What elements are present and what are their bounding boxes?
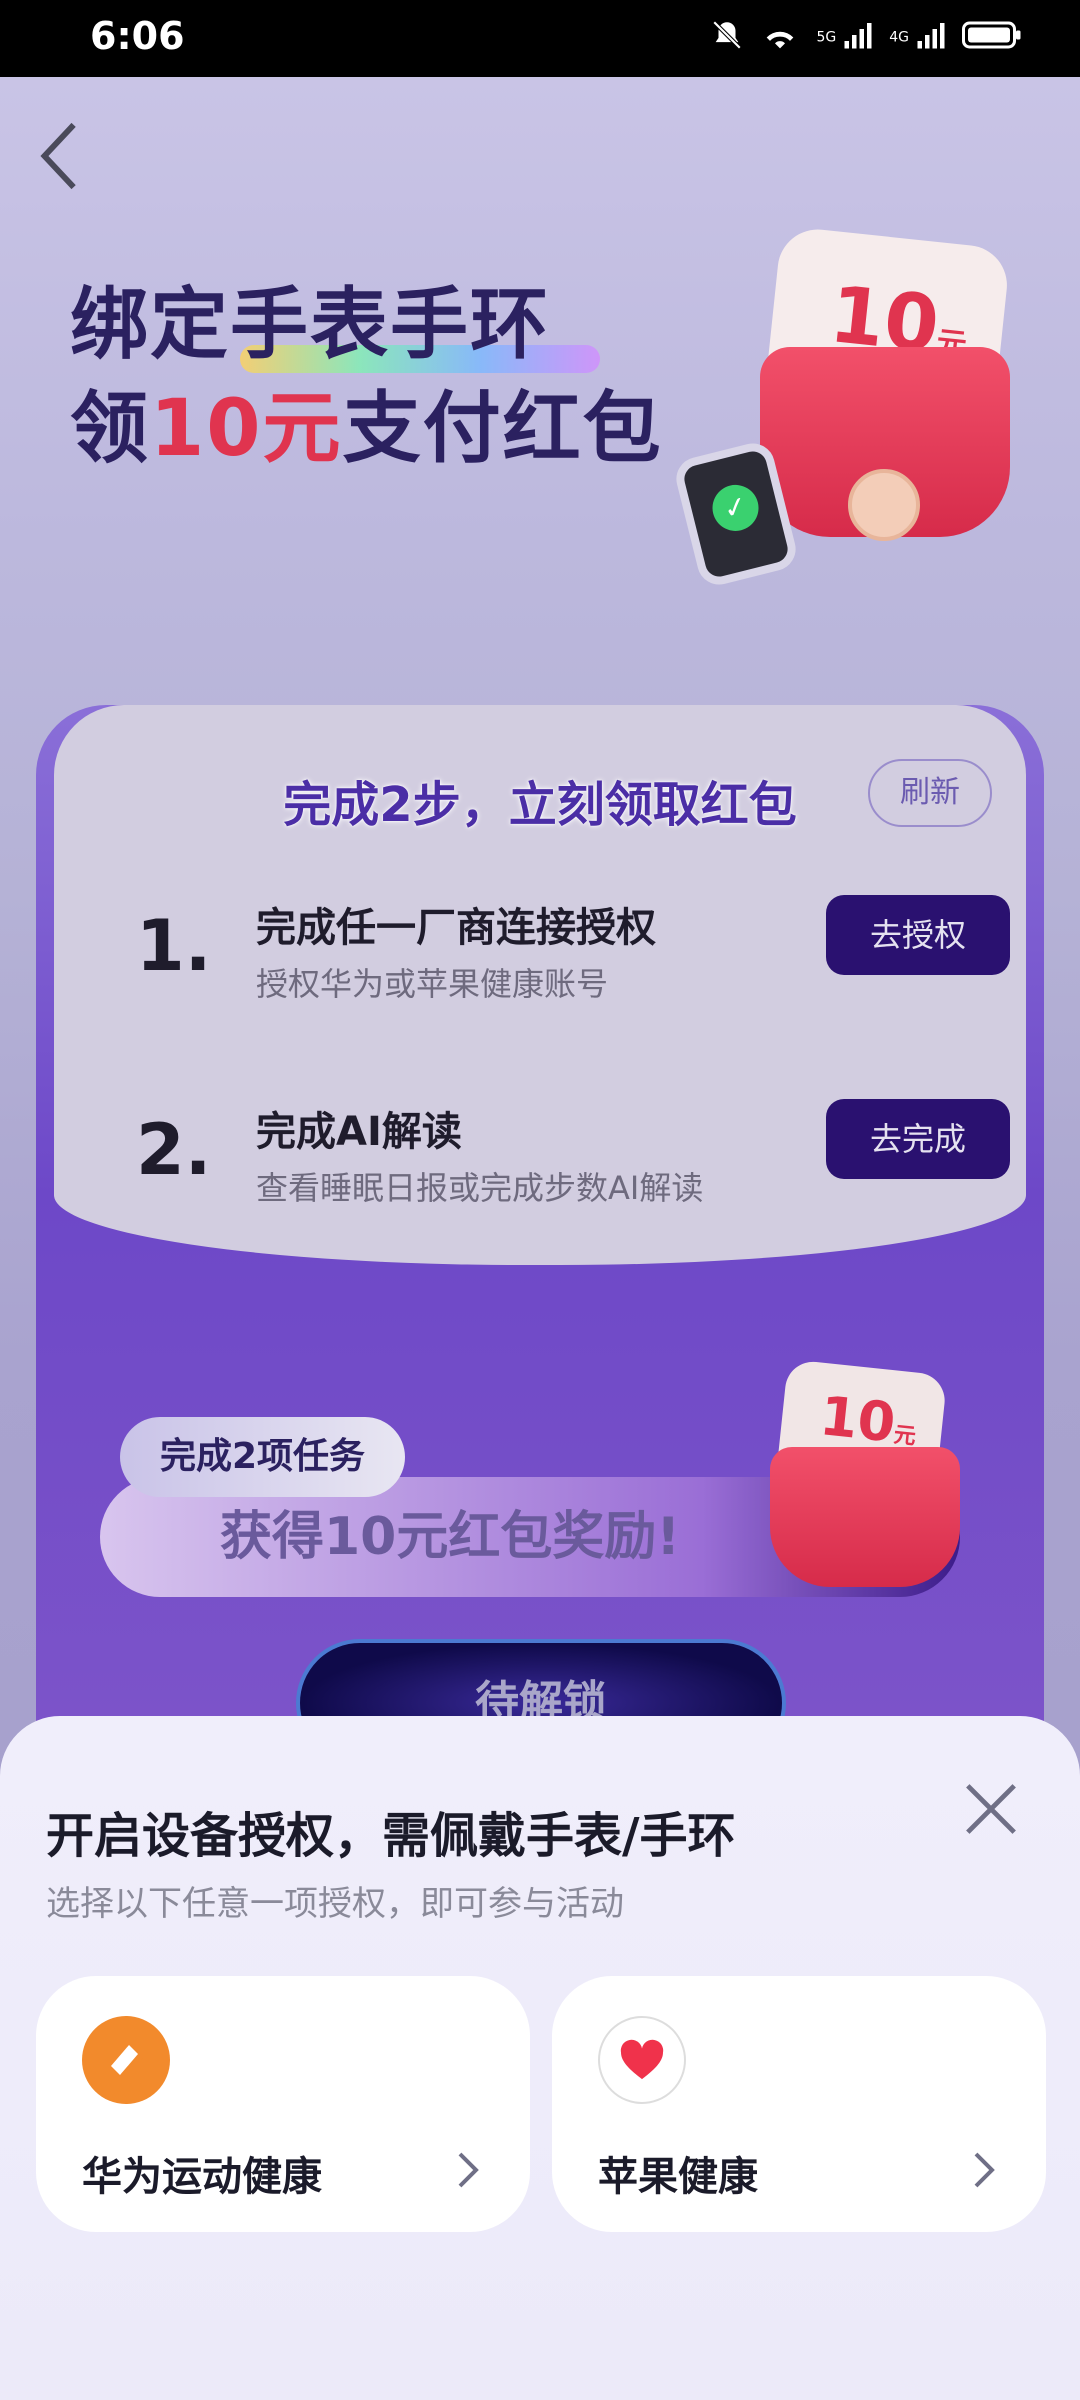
signal-4g-icon: 4G [889, 20, 946, 56]
wifi-icon [760, 18, 800, 58]
reward-red-packet-illustration: 10元 [770, 1359, 960, 1587]
complete-button[interactable]: 去完成 [826, 1099, 1010, 1179]
authorization-sheet: 开启设备授权，需佩戴手表/手环 选择以下任意一项授权，即可参与活动 华为运动健康… [0, 1716, 1080, 2400]
battery-icon [962, 19, 1022, 57]
step-number: 1. [136, 905, 212, 987]
chevron-right-icon [458, 2152, 479, 2188]
hero-title-line1: 绑定手表手环 [70, 280, 551, 370]
task-card: 完成2步，立刻领取红包 刷新 1. 完成任一厂商连接授权 授权华为或苹果健康账号… [36, 705, 1044, 1795]
apple-health-option[interactable]: 苹果健康 [552, 1976, 1046, 2232]
signal-5g-icon: 5G [816, 20, 873, 56]
step-title: 完成任一厂商连接授权 [256, 905, 656, 951]
step-number: 2. [136, 1109, 212, 1191]
reward-tag: 完成2项任务 [120, 1417, 406, 1497]
status-icons: 5G 4G [710, 18, 1022, 58]
back-button[interactable] [38, 121, 82, 191]
sheet-subtitle: 选择以下任意一项授权，即可参与活动 [46, 1884, 624, 1924]
red-packet-illustration: 10元 [759, 225, 1011, 541]
check-icon: ✓ [707, 480, 764, 536]
chevron-left-icon [40, 122, 76, 190]
hero-title-line2: 领10元支付红包 [70, 384, 663, 474]
mute-bell-icon [710, 18, 744, 58]
huawei-health-icon [82, 2016, 170, 2104]
status-bar: 6:06 5G 4G [0, 0, 1080, 77]
chevron-right-icon [974, 2152, 995, 2188]
apple-health-heart-icon [598, 2016, 686, 2104]
refresh-button[interactable]: 刷新 [868, 759, 992, 827]
close-button[interactable] [962, 1780, 1020, 1838]
option-label: 苹果健康 [598, 2154, 758, 2200]
step-title: 完成AI解读 [256, 1109, 462, 1155]
hero-title: 绑定手表手环 领10元支付红包 [70, 273, 663, 481]
step-desc: 查看睡眠日报或完成步数AI解读 [256, 1169, 704, 1207]
close-icon [966, 1784, 1016, 1834]
sheet-title: 开启设备授权，需佩戴手表/手环 [46, 1808, 736, 1864]
authorize-button[interactable]: 去授权 [826, 895, 1010, 975]
huawei-health-option[interactable]: 华为运动健康 [36, 1976, 530, 2232]
status-time: 6:06 [90, 14, 185, 58]
option-label: 华为运动健康 [82, 2154, 322, 2200]
step-desc: 授权华为或苹果健康账号 [256, 965, 609, 1003]
